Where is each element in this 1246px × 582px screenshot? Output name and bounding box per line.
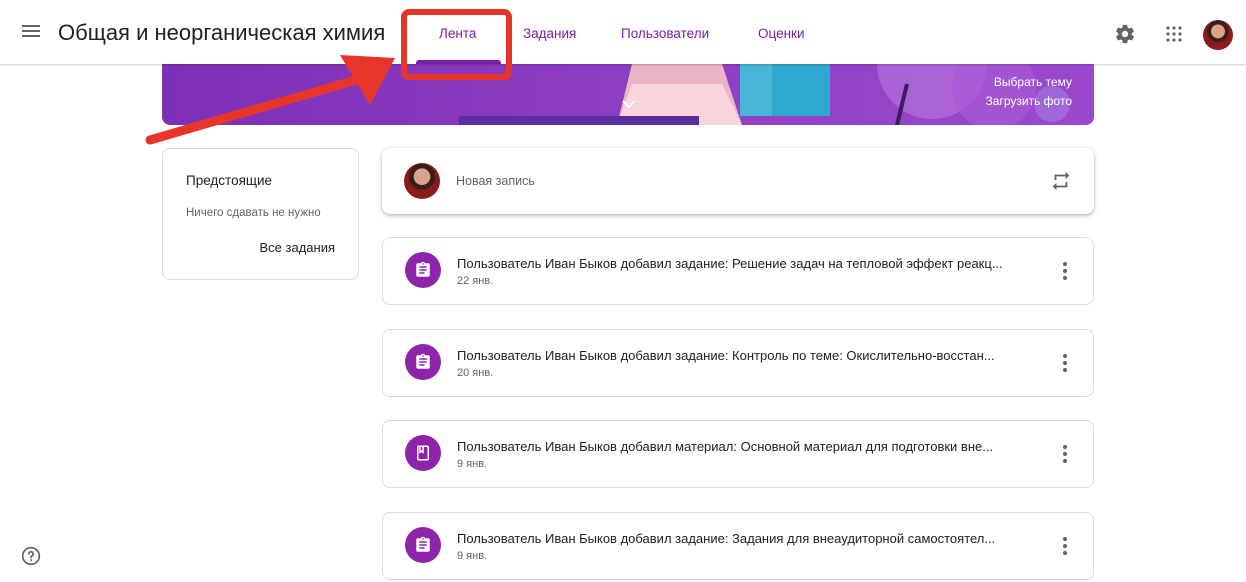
feed-item[interactable]: Пользователь Иван Быков добавил задание:…: [382, 329, 1094, 397]
feed-item-text: Пользователь Иван Быков добавил задание:…: [457, 256, 1003, 271]
upcoming-empty-text: Ничего сдавать не нужно: [186, 207, 321, 219]
view-all-assignments-link[interactable]: Все задания: [260, 240, 336, 255]
tab-people[interactable]: Пользователи: [621, 26, 709, 41]
feed-item-date: 20 янв.: [457, 367, 494, 379]
feed-item-date: 9 янв.: [457, 550, 488, 562]
help-icon[interactable]: [21, 546, 41, 571]
upload-photo-link[interactable]: Загрузить фото: [986, 94, 1072, 108]
assignment-icon: [405, 527, 441, 563]
tab-classwork[interactable]: Задания: [523, 26, 576, 41]
more-vert-icon[interactable]: [1063, 262, 1067, 283]
feed-item[interactable]: Пользователь Иван Быков добавил материал…: [382, 420, 1094, 488]
chevron-down-icon[interactable]: [621, 99, 637, 109]
new-post-input[interactable]: Новая запись: [456, 174, 535, 188]
feed-item-text: Пользователь Иван Быков добавил задание:…: [457, 531, 996, 546]
material-icon: [405, 435, 441, 471]
upcoming-card: Предстоящие Ничего сдавать не нужно Все …: [162, 148, 359, 280]
feed-item-date: 22 янв.: [457, 275, 494, 287]
upcoming-title: Предстоящие: [186, 173, 273, 188]
feed-item-date: 9 янв.: [457, 458, 488, 470]
settings-icon[interactable]: [1114, 23, 1136, 50]
feed-item-text: Пользователь Иван Быков добавил материал…: [457, 439, 994, 454]
annotation-highlight-box: [401, 9, 512, 80]
feed-item[interactable]: Пользователь Иван Быков добавил задание:…: [382, 512, 1094, 580]
more-vert-icon[interactable]: [1063, 445, 1067, 466]
avatar: [404, 163, 440, 199]
more-vert-icon[interactable]: [1063, 537, 1067, 558]
assignment-icon: [405, 344, 441, 380]
select-theme-link[interactable]: Выбрать тему: [994, 75, 1072, 89]
apps-icon[interactable]: [1166, 26, 1182, 47]
more-vert-icon[interactable]: [1063, 354, 1067, 375]
account-avatar[interactable]: [1203, 20, 1233, 50]
annotation-arrow: [145, 55, 395, 145]
feed-item-text: Пользователь Иван Быков добавил задание:…: [457, 348, 995, 363]
assignment-icon: [405, 252, 441, 288]
repost-icon[interactable]: [1050, 170, 1072, 197]
tab-grades[interactable]: Оценки: [758, 26, 805, 41]
new-post-composer[interactable]: Новая запись: [382, 148, 1094, 214]
feed-item[interactable]: Пользователь Иван Быков добавил задание:…: [382, 237, 1094, 305]
